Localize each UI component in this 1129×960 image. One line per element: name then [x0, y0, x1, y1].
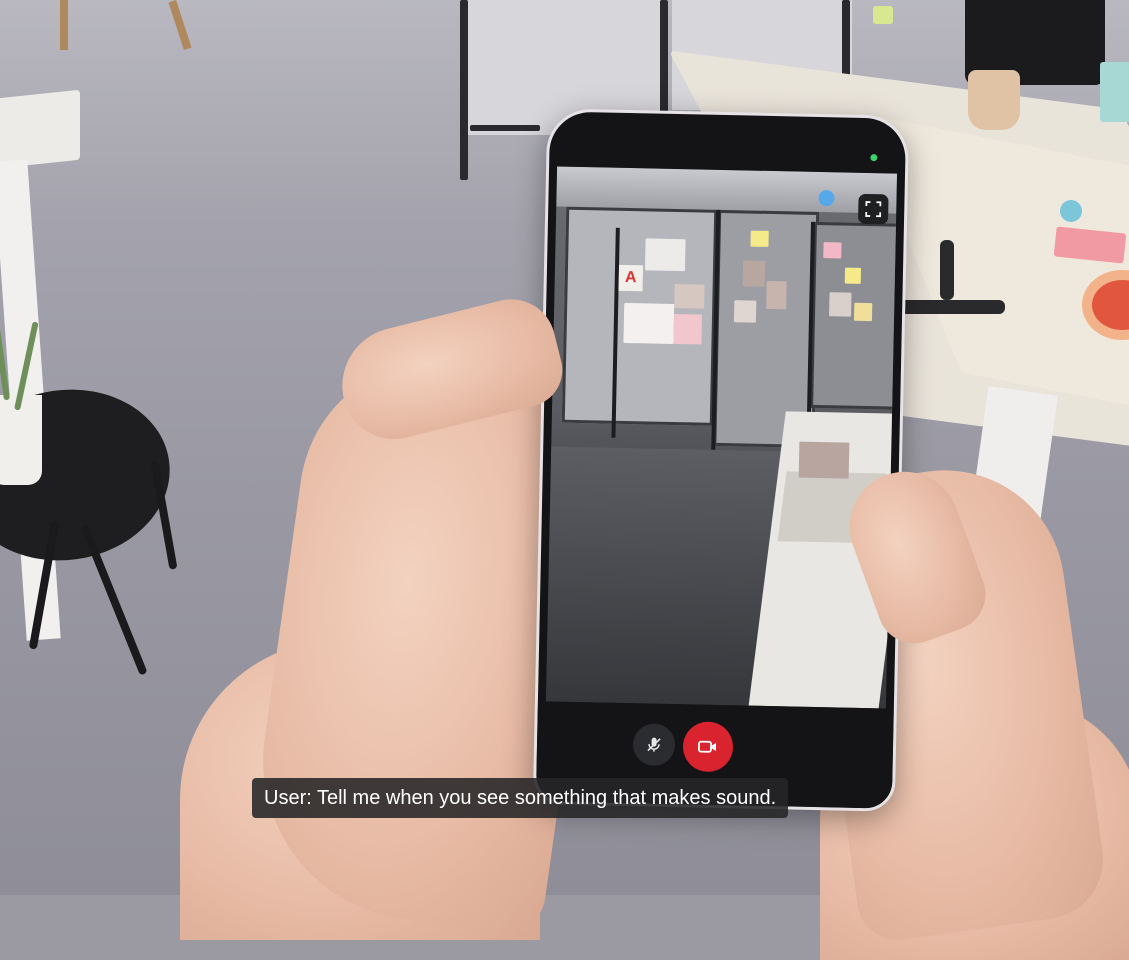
sticky-note — [673, 313, 703, 345]
partition-post — [660, 0, 668, 115]
sticky-note — [750, 230, 769, 247]
chair-stem — [940, 240, 954, 300]
pinned-photo — [829, 292, 852, 317]
pinned-photo — [766, 280, 787, 310]
pinned-photo — [733, 300, 757, 323]
camera-viewfinder: A — [545, 166, 898, 709]
mug — [968, 70, 1020, 130]
fullscreen-expand-icon — [865, 201, 882, 218]
sticky-note — [844, 267, 862, 284]
caption-subtitle: User: Tell me when you see something tha… — [252, 778, 789, 818]
small-object — [1060, 200, 1082, 222]
pinned-photo — [674, 283, 705, 309]
partition-foot — [470, 125, 540, 131]
mic-off-icon — [647, 737, 661, 752]
chair-leg — [60, 0, 68, 50]
partition-post — [460, 0, 468, 180]
desk-left — [0, 89, 80, 171]
books-on-shelf — [798, 441, 850, 479]
chair-leg — [168, 0, 192, 51]
expand-button[interactable] — [857, 193, 889, 225]
sticky-note — [853, 302, 873, 322]
viewfinder-sign: A — [618, 264, 644, 292]
camera-indicator-dot — [870, 154, 878, 162]
video-camera-icon — [698, 740, 717, 753]
ceiling — [556, 166, 898, 214]
pinned-paper — [644, 238, 686, 272]
pinned-photo — [742, 260, 766, 287]
partition-post — [842, 0, 850, 80]
pinned-paper — [623, 302, 675, 344]
sticky-note — [823, 242, 842, 259]
smartphone: A — [532, 108, 910, 812]
video-record-button[interactable] — [682, 721, 734, 773]
sticky-note — [1100, 62, 1129, 122]
sticky-note — [873, 6, 893, 24]
plant-pot — [0, 395, 42, 485]
mic-toggle-button[interactable] — [632, 723, 676, 767]
